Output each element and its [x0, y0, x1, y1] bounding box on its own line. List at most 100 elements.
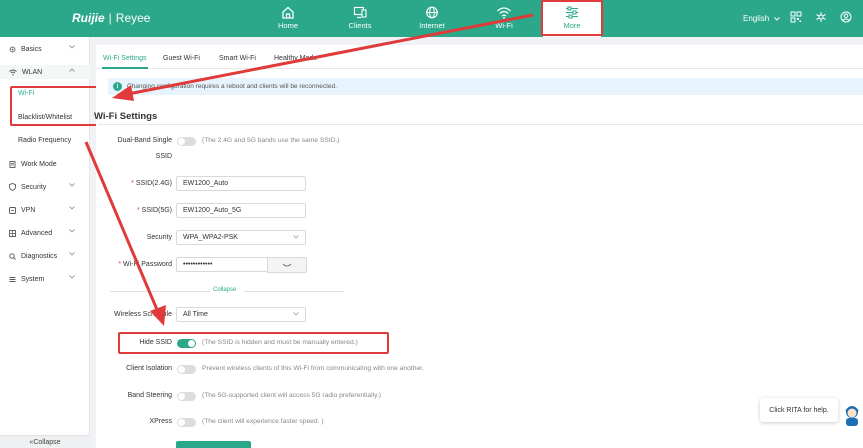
help-bubble[interactable]: Click RITA for help.: [760, 398, 838, 422]
ssid24-input[interactable]: EW1200_Auto: [176, 176, 306, 191]
monitor-icon: [353, 6, 367, 19]
chevron-up-icon: [69, 68, 75, 72]
password-input[interactable]: ••••••••••••: [176, 257, 268, 272]
tab-wifi-settings[interactable]: Wi-Fi Settings: [103, 55, 147, 62]
language-selector[interactable]: English: [743, 14, 781, 23]
client-isolation-toggle[interactable]: [177, 365, 196, 374]
dual-band-toggle[interactable]: [177, 137, 196, 146]
sidebar-item-advanced[interactable]: Advanced: [0, 226, 90, 240]
chevron-down-icon: [69, 252, 75, 256]
xpress-hint: (The client will experience faster speed…: [202, 418, 324, 425]
brand-logo: Ruijie | Reyee: [72, 11, 150, 25]
user-icon[interactable]: [840, 11, 852, 25]
password-visibility-toggle[interactable]: [267, 257, 307, 273]
collapse-divider-right: [244, 291, 344, 292]
nav-clients-label: Clients: [348, 21, 372, 30]
client-isolation-hint: Prevent wireless clients of this Wi-Fi f…: [202, 365, 424, 372]
nav-wifi-label: Wi-Fi: [495, 21, 513, 30]
notice-text: Changing configuration requires a reboot…: [127, 83, 337, 90]
ssid5-label-text: SSID(5G): [141, 207, 172, 214]
chevron-down-icon: [774, 17, 781, 21]
security-label: Security: [146, 234, 172, 241]
sidebar-item-label: System: [21, 275, 45, 283]
tab-healthy-mode[interactable]: Healthy Mode: [274, 55, 317, 62]
sidebar-item-diagnostics[interactable]: Diagnostics: [0, 249, 90, 263]
brand-separator: |: [108, 11, 112, 25]
nav-home[interactable]: Home: [258, 0, 318, 37]
document-icon: [9, 160, 16, 168]
band-steering-hint: (The 5G-supported client will access 5G …: [202, 392, 382, 399]
more-highlight-box: [541, 0, 603, 36]
main-content: Wi-Fi Settings Guest Wi-Fi Smart Wi-Fi H…: [94, 45, 863, 448]
sidebar-item-label: WLAN: [22, 68, 43, 76]
gear-icon: [9, 46, 16, 52]
network-icon[interactable]: [815, 11, 827, 25]
nav-wifi[interactable]: Wi-Fi: [474, 0, 534, 37]
sidebar-item-vpn[interactable]: VPN: [0, 203, 90, 217]
sidebar-item-wlan[interactable]: WLAN: [0, 65, 90, 79]
security-value: WPA_WPA2-PSK: [183, 234, 238, 241]
shield-icon: [9, 183, 16, 191]
dual-band-label: Dual-Band Single: [96, 137, 172, 144]
top-bar: Ruijie | Reyee Home Clients Internet Wi-…: [0, 0, 863, 37]
collapse-divider-left: [110, 291, 210, 292]
ssid24-label-text: SSID(2.4G): [135, 180, 172, 187]
xpress-toggle[interactable]: [177, 418, 196, 427]
dual-band-label-line2: SSID: [155, 153, 172, 160]
wifi-icon: [497, 7, 511, 19]
ssid5-label: * SSID(5G): [136, 207, 172, 214]
vpn-icon: [9, 206, 16, 214]
advanced-icon: [9, 229, 16, 237]
chevron-down-icon: [69, 275, 75, 279]
sidebar-item-work-mode[interactable]: Work Mode: [0, 157, 90, 171]
tab-smart-wifi[interactable]: Smart Wi-Fi: [219, 55, 256, 62]
band-steering-label: Band Steering: [127, 392, 172, 399]
brand-product: Reyee: [115, 11, 151, 25]
eye-closed-icon: [282, 263, 292, 266]
sidebar-item-label: Work Mode: [21, 160, 57, 168]
sidebar-sub-radio-frequency[interactable]: Radio Frequency: [18, 137, 71, 144]
diagnostics-icon: [9, 252, 16, 260]
brand-name: Ruijie: [72, 11, 105, 25]
sidebar-item-system[interactable]: System: [0, 272, 90, 286]
wifi-icon: [9, 69, 17, 75]
sidebar-item-basics[interactable]: Basics: [0, 42, 90, 56]
ssid24-label: * SSID(2.4G): [131, 180, 172, 187]
sidebar-item-label: Basics: [21, 45, 42, 53]
rita-assistant-avatar[interactable]: [843, 404, 861, 428]
chevron-down-icon: [69, 45, 75, 49]
home-icon: [282, 6, 294, 19]
dual-band-hint: (The 2.4G and 5G bands use the same SSID…: [202, 137, 340, 144]
chevron-down-icon: [69, 183, 75, 187]
nav-internet[interactable]: Internet: [402, 0, 462, 37]
security-select[interactable]: WPA_WPA2-PSK: [176, 230, 306, 245]
section-title: Wi-Fi Settings: [94, 111, 158, 122]
chevron-down-icon: [69, 206, 75, 210]
chevron-down-icon: [69, 229, 75, 233]
schedule-select[interactable]: All Time: [176, 307, 306, 322]
sidebar-item-label: Security: [21, 183, 47, 191]
chevron-down-icon: [293, 235, 299, 239]
dual-band-label-2: SSID: [96, 153, 172, 160]
client-isolation-label: Client Isolation: [126, 365, 172, 372]
dual-band-label-line1: Dual-Band Single: [117, 137, 172, 144]
info-icon: i: [113, 82, 122, 91]
globe-icon: [426, 6, 438, 19]
band-steering-toggle[interactable]: [177, 392, 196, 401]
qr-code-icon[interactable]: [790, 11, 802, 25]
sidebar-collapse-button[interactable]: « Collapse: [0, 435, 90, 448]
section-divider: [98, 124, 863, 125]
sidebar-item-label: Advanced: [21, 229, 53, 237]
collapse-link[interactable]: Collapse: [213, 287, 236, 293]
schedule-value: All Time: [183, 311, 208, 318]
nav-clients[interactable]: Clients: [330, 0, 390, 37]
active-tab-underline: [102, 67, 148, 69]
save-button[interactable]: [176, 441, 251, 448]
tab-bar: Wi-Fi Settings Guest Wi-Fi Smart Wi-Fi H…: [96, 45, 863, 69]
tab-guest-wifi[interactable]: Guest Wi-Fi: [163, 55, 200, 62]
system-icon: [9, 276, 16, 282]
ssid5-input[interactable]: EW1200_Auto_5G: [176, 203, 306, 218]
sidebar-item-security[interactable]: Security: [0, 180, 90, 194]
xpress-label: XPress: [149, 418, 172, 425]
sidebar-item-label: Diagnostics: [21, 252, 58, 260]
